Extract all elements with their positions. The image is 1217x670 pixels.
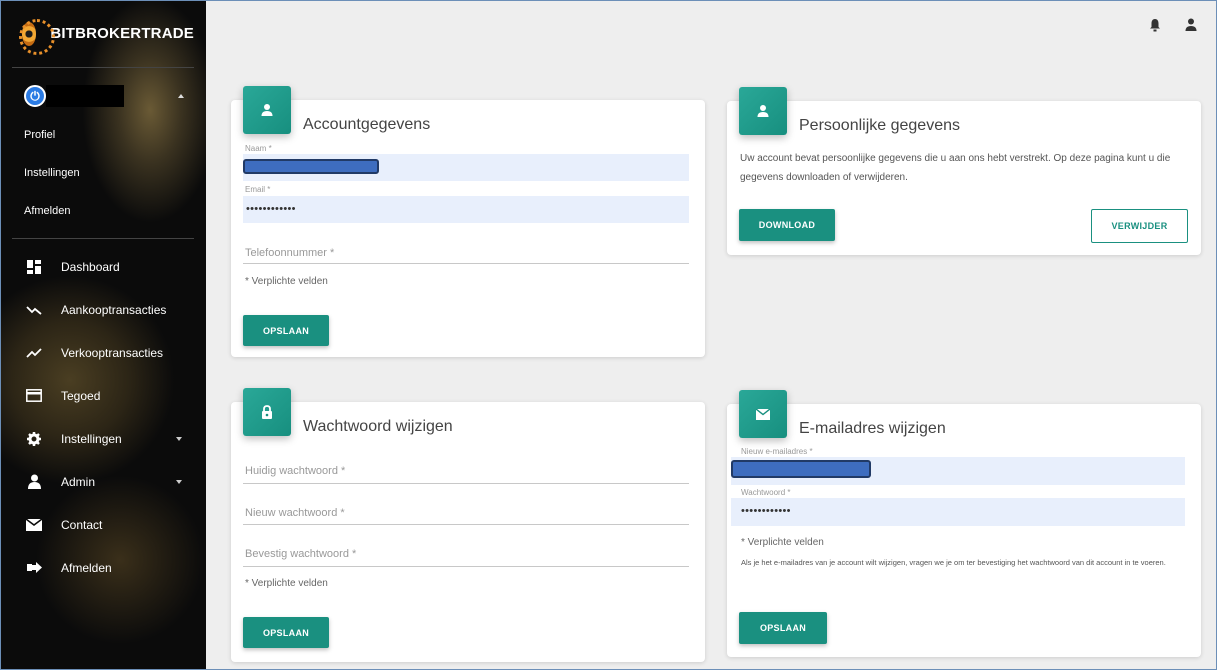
save-button[interactable]: OPSLAAN (243, 617, 329, 648)
password-label: Wachtwoord * (741, 488, 791, 497)
sidebar-item-afmelden[interactable]: Afmelden (0, 546, 206, 589)
person-icon (26, 474, 42, 490)
sidebar-item-label: Dashboard (61, 259, 120, 274)
bell-icon[interactable] (1149, 18, 1163, 32)
email-change-info: Als je het e-mailadres van je account wi… (741, 558, 1166, 567)
chevron-down-icon (176, 480, 182, 484)
sidebar-item-tegoed[interactable]: Tegoed (0, 374, 206, 417)
name-label: Naam * (245, 144, 272, 153)
phone-placeholder: Telefoonnummer * (245, 247, 335, 259)
download-button[interactable]: DOWNLOAD (739, 209, 835, 241)
trending-down-icon (26, 302, 42, 318)
personal-data-card: Persoonlijke gegevens Uw account bevat p… (727, 87, 1201, 255)
required-note: * Verplichte velden (741, 537, 824, 548)
personal-data-text: Uw account bevat persoonlijke gegevens d… (740, 153, 1171, 183)
topbar-actions (1149, 18, 1199, 32)
sidebar-item-label: Verkooptransacties (61, 345, 164, 360)
confirm-password-placeholder: Bevestig wachtwoord * (245, 548, 357, 560)
dashboard-icon (26, 259, 42, 275)
new-email-label: Nieuw e-mailadres * (741, 447, 813, 456)
logout-icon (26, 560, 42, 576)
sidebar-item-label: Instellingen (61, 431, 122, 446)
sidebar-item-instellingen[interactable]: Instellingen (0, 417, 206, 460)
person-icon (243, 86, 291, 134)
save-button[interactable]: OPSLAAN (243, 315, 329, 346)
sidebar-item-verkooptransacties[interactable]: Verkooptransacties (0, 331, 206, 374)
mail-icon (739, 390, 787, 438)
new-password-placeholder: Nieuw wachtwoord * (245, 507, 345, 519)
user-menu-afmelden[interactable]: Afmelden (0, 192, 206, 230)
current-password-placeholder: Huidig wachtwoord * (245, 465, 346, 477)
sidebar-item-dashboard[interactable]: Dashboard (0, 245, 206, 288)
redacted-username (46, 85, 124, 107)
user-menu-toggle[interactable]: ⏻ (0, 76, 206, 116)
sidebar-divider (12, 238, 194, 239)
email-label: Email * (245, 185, 271, 194)
credit-card-icon (26, 388, 42, 404)
gear-icon (26, 431, 42, 447)
email-change-card: E-mailadres wijzigen Nieuw e-mailadres *… (727, 390, 1201, 657)
sidebar-item-label: Aankooptransacties (61, 302, 167, 317)
chevron-down-icon (176, 437, 182, 441)
card-title: Persoonlijke gegevens (799, 117, 960, 134)
person-icon (739, 87, 787, 135)
email-field[interactable] (243, 196, 689, 223)
password-value: •••••••••••• (741, 505, 791, 517)
save-button[interactable]: OPSLAAN (739, 612, 827, 644)
password-card: Wachtwoord wijzigen Huidig wachtwoord * … (231, 388, 705, 662)
redacted-email (731, 460, 871, 478)
person-icon[interactable] (1185, 18, 1199, 32)
user-menu-instellingen[interactable]: Instellingen (0, 154, 206, 192)
mail-icon (26, 517, 42, 533)
sidebar-item-label: Afmelden (61, 560, 112, 575)
sidebar-item-contact[interactable]: Contact (0, 503, 206, 546)
sidebar-item-label: Tegoed (61, 388, 101, 403)
required-note: * Verplichte velden (245, 578, 328, 589)
sidebar-item-admin[interactable]: Admin (0, 460, 206, 503)
power-icon: ⏻ (24, 85, 46, 107)
sidebar: BITBROKERTRADE ⏻ Profiel Instellingen Af… (0, 0, 206, 670)
required-note: * Verplichte velden (245, 276, 328, 287)
card-title: Accountgegevens (303, 116, 431, 133)
lock-icon (243, 388, 291, 436)
sidebar-item-label: Admin (61, 474, 96, 489)
user-menu-profiel[interactable]: Profiel (0, 116, 206, 154)
sidebar-item-label: Contact (61, 517, 103, 532)
trending-up-icon (26, 345, 42, 361)
sidebar-header: BITBROKERTRADE (12, 0, 194, 68)
redacted-name (243, 159, 379, 174)
card-title: Wachtwoord wijzigen (303, 418, 453, 435)
card-title: E-mailadres wijzigen (799, 420, 946, 437)
email-value: •••••••••••• (246, 203, 296, 215)
user-submenu: Profiel Instellingen Afmelden (0, 116, 206, 230)
brand-name[interactable]: BITBROKERTRADE (50, 25, 194, 42)
delete-button[interactable]: VERWIJDER (1091, 209, 1188, 243)
caret-up-icon (178, 94, 184, 98)
sidebar-item-aankooptransacties[interactable]: Aankooptransacties (0, 288, 206, 331)
account-card: Accountgegevens Naam * Email * •••••••••… (231, 86, 705, 357)
logo-icon (18, 18, 56, 55)
password-field[interactable] (731, 498, 1185, 526)
